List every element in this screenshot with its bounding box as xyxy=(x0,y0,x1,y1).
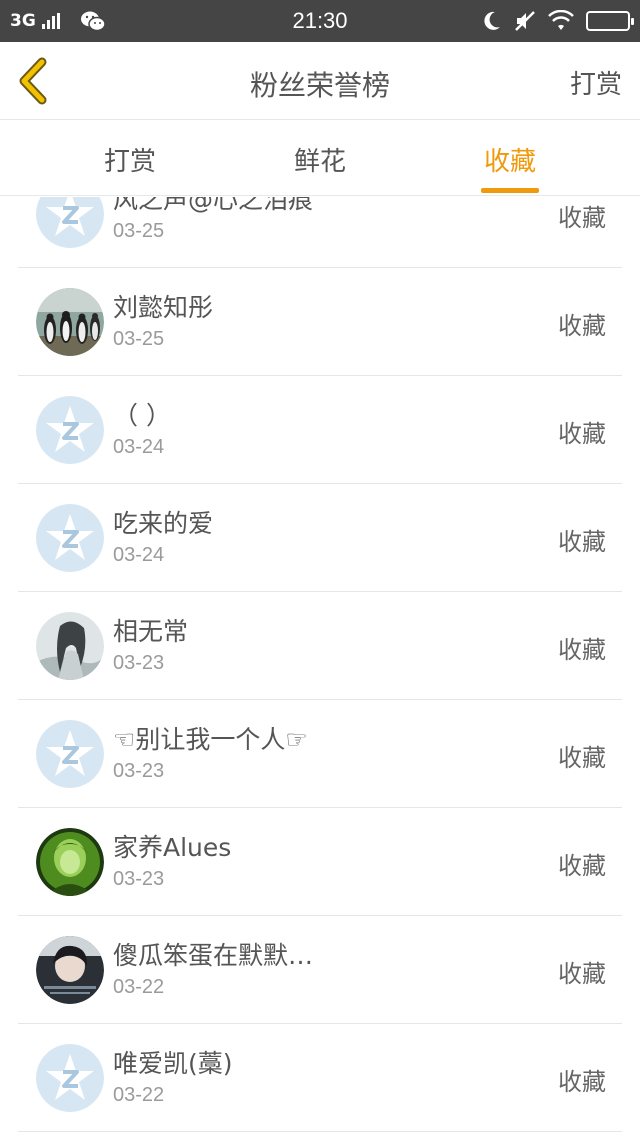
tab-flowers[interactable]: 鲜花 xyxy=(260,141,380,178)
fan-action: 收藏 xyxy=(558,852,606,880)
fan-action: 收藏 xyxy=(558,744,606,772)
fan-name: （ ） xyxy=(113,401,171,430)
status-bar: 3G 21:30 xyxy=(0,0,640,42)
fan-name: ☜别让我一个人☞ xyxy=(113,725,308,754)
fan-action: 收藏 xyxy=(558,528,606,556)
fan-list[interactable]: 风之声@心之泪痕 03-25 收藏 刘懿知彤 03-25 收藏 （ ） 03-2… xyxy=(0,197,640,1138)
moon-icon xyxy=(484,11,500,30)
default-avatar xyxy=(36,1044,104,1112)
fan-date: 03-25 xyxy=(113,220,165,242)
list-item[interactable]: 家养Alues 03-23 收藏 xyxy=(18,808,622,916)
fan-action: 收藏 xyxy=(558,960,606,988)
fan-name: 风之声@心之泪痕 xyxy=(113,197,314,214)
reward-button[interactable]: 打赏 xyxy=(570,64,622,101)
default-avatar xyxy=(36,197,104,248)
mute-icon xyxy=(515,11,535,31)
default-avatar xyxy=(36,720,104,788)
list-item[interactable]: （ ） 03-24 收藏 xyxy=(18,376,622,484)
active-tab-indicator xyxy=(481,188,539,193)
fan-name: 刘懿知彤 xyxy=(113,293,214,322)
fan-name: 家养Alues xyxy=(113,833,232,862)
fan-date: 03-23 xyxy=(113,868,165,890)
list-item[interactable]: 刘懿知彤 03-25 收藏 xyxy=(18,268,622,376)
list-item[interactable]: 傻瓜笨蛋在默默… 03-22 收藏 xyxy=(18,916,622,1024)
penguins-avatar xyxy=(36,288,104,356)
fan-action: 收藏 xyxy=(558,204,606,232)
tab-reward[interactable]: 打赏 xyxy=(70,141,190,178)
list-item[interactable]: 吃来的爱 03-24 收藏 xyxy=(18,484,622,592)
fan-name: 唯爱凯(藁) xyxy=(113,1049,233,1078)
fan-action: 收藏 xyxy=(558,1068,606,1096)
status-right xyxy=(482,9,634,33)
fan-date: 03-22 xyxy=(113,1084,165,1106)
list-item[interactable]: ☜别让我一个人☞ 03-23 收藏 xyxy=(18,700,622,808)
wifi-icon xyxy=(548,10,574,30)
fan-date: 03-25 xyxy=(113,328,165,350)
fan-action: 收藏 xyxy=(558,420,606,448)
fan-date: 03-24 xyxy=(113,436,165,458)
list-item[interactable]: 风之声@心之泪痕 03-25 收藏 xyxy=(18,197,622,268)
green-portrait-avatar xyxy=(36,828,104,896)
fan-date: 03-23 xyxy=(113,760,165,782)
list-item[interactable]: 唯爱凯(藁) 03-22 收藏 xyxy=(18,1024,622,1132)
tab-bar: 打赏 鲜花 收藏 xyxy=(0,121,640,196)
default-avatar xyxy=(36,504,104,572)
dark-portrait-avatar xyxy=(36,936,104,1004)
battery-icon xyxy=(586,11,634,31)
ink-painting-avatar xyxy=(36,612,104,680)
fan-date: 03-23 xyxy=(113,652,165,674)
tab-collect[interactable]: 收藏 xyxy=(450,141,570,178)
fan-date: 03-24 xyxy=(113,544,165,566)
page-title: 粉丝荣誉榜 xyxy=(249,69,390,102)
list-item[interactable]: 相无常 03-23 收藏 xyxy=(18,592,622,700)
fan-date: 03-22 xyxy=(113,976,165,998)
fan-action: 收藏 xyxy=(558,312,606,340)
fan-action: 收藏 xyxy=(558,636,606,664)
top-nav-bar: 粉丝荣誉榜 打赏 xyxy=(0,42,640,120)
fan-name: 吃来的爱 xyxy=(113,509,214,538)
fan-name: 傻瓜笨蛋在默默… xyxy=(113,941,314,970)
fan-name: 相无常 xyxy=(113,617,189,646)
default-avatar xyxy=(36,396,104,464)
